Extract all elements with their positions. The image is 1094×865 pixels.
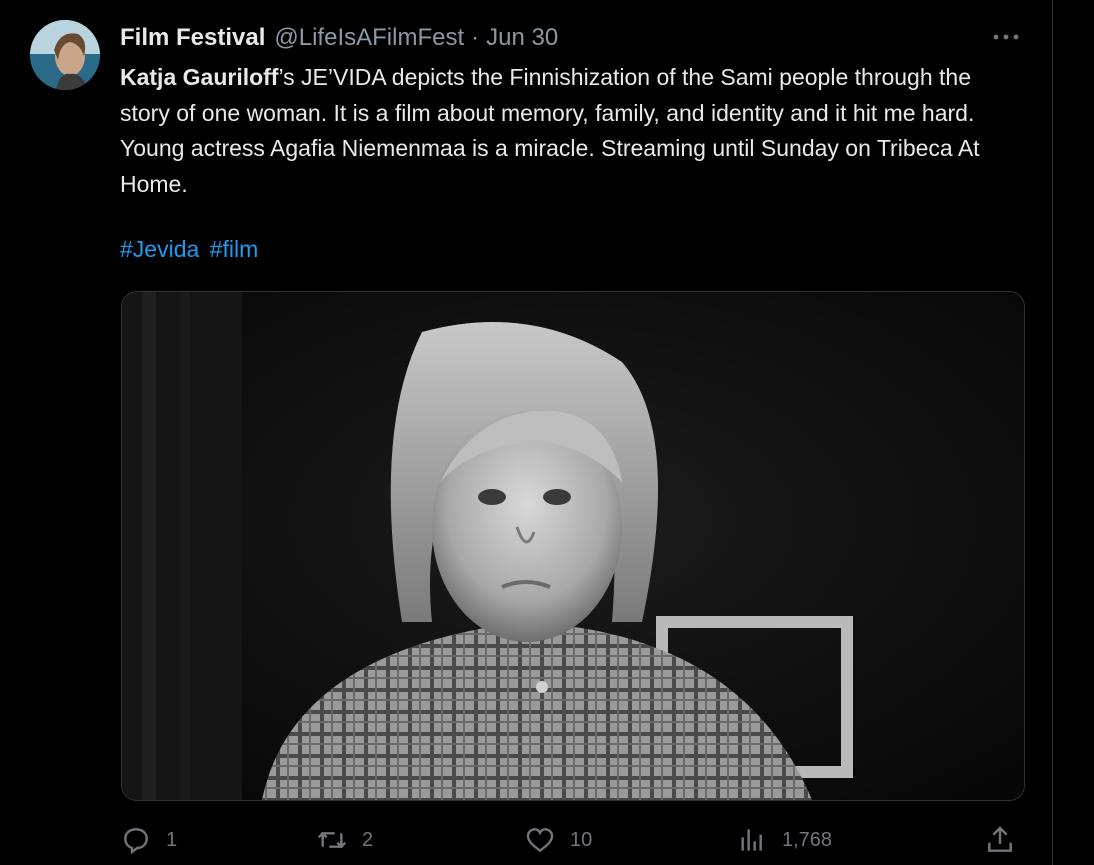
avatar[interactable] — [30, 20, 100, 90]
tweet-header: Film Festival @LifeIsAFilmFest · Jun 30 — [120, 22, 558, 54]
like-count: 10 — [570, 828, 593, 851]
hashtag-link[interactable]: #Jevida — [120, 236, 199, 262]
separator: · — [471, 24, 480, 51]
reply-icon — [120, 824, 152, 856]
retweet-icon — [316, 824, 348, 856]
media-image[interactable] — [121, 291, 1025, 801]
hashtag-link[interactable]: #film — [210, 236, 259, 262]
views-count: 1,768 — [782, 828, 833, 851]
tweet-text-bold: Katja Gauriloff — [120, 64, 279, 90]
timeline-divider — [1052, 0, 1053, 865]
share-icon — [984, 824, 1016, 856]
user-handle[interactable]: @LifeIsAFilmFest — [274, 24, 464, 52]
heart-icon — [524, 824, 556, 856]
like-button[interactable]: 10 — [524, 818, 592, 862]
share-button[interactable] — [984, 818, 1016, 862]
tweet-text: Katja Gauriloff’s JE’VIDA depicts the Fi… — [120, 60, 1020, 202]
retweet-count: 2 — [362, 828, 374, 851]
hashtags: #Jevida #film — [120, 236, 262, 263]
avatar-image — [30, 20, 100, 90]
analytics-icon — [736, 824, 768, 856]
more-horizontal-icon — [993, 34, 1019, 40]
reply-count: 1 — [166, 828, 178, 851]
more-button[interactable] — [988, 22, 1024, 52]
retweet-button[interactable]: 2 — [316, 818, 373, 862]
views-button[interactable]: 1,768 — [736, 818, 832, 862]
reply-button[interactable]: 1 — [120, 818, 177, 862]
tweet-date[interactable]: Jun 30 — [486, 24, 558, 52]
film-still-image — [122, 292, 1024, 800]
display-name[interactable]: Film Festival — [120, 24, 265, 52]
tweet-actions: 1 2 10 1,768 — [120, 818, 1020, 862]
